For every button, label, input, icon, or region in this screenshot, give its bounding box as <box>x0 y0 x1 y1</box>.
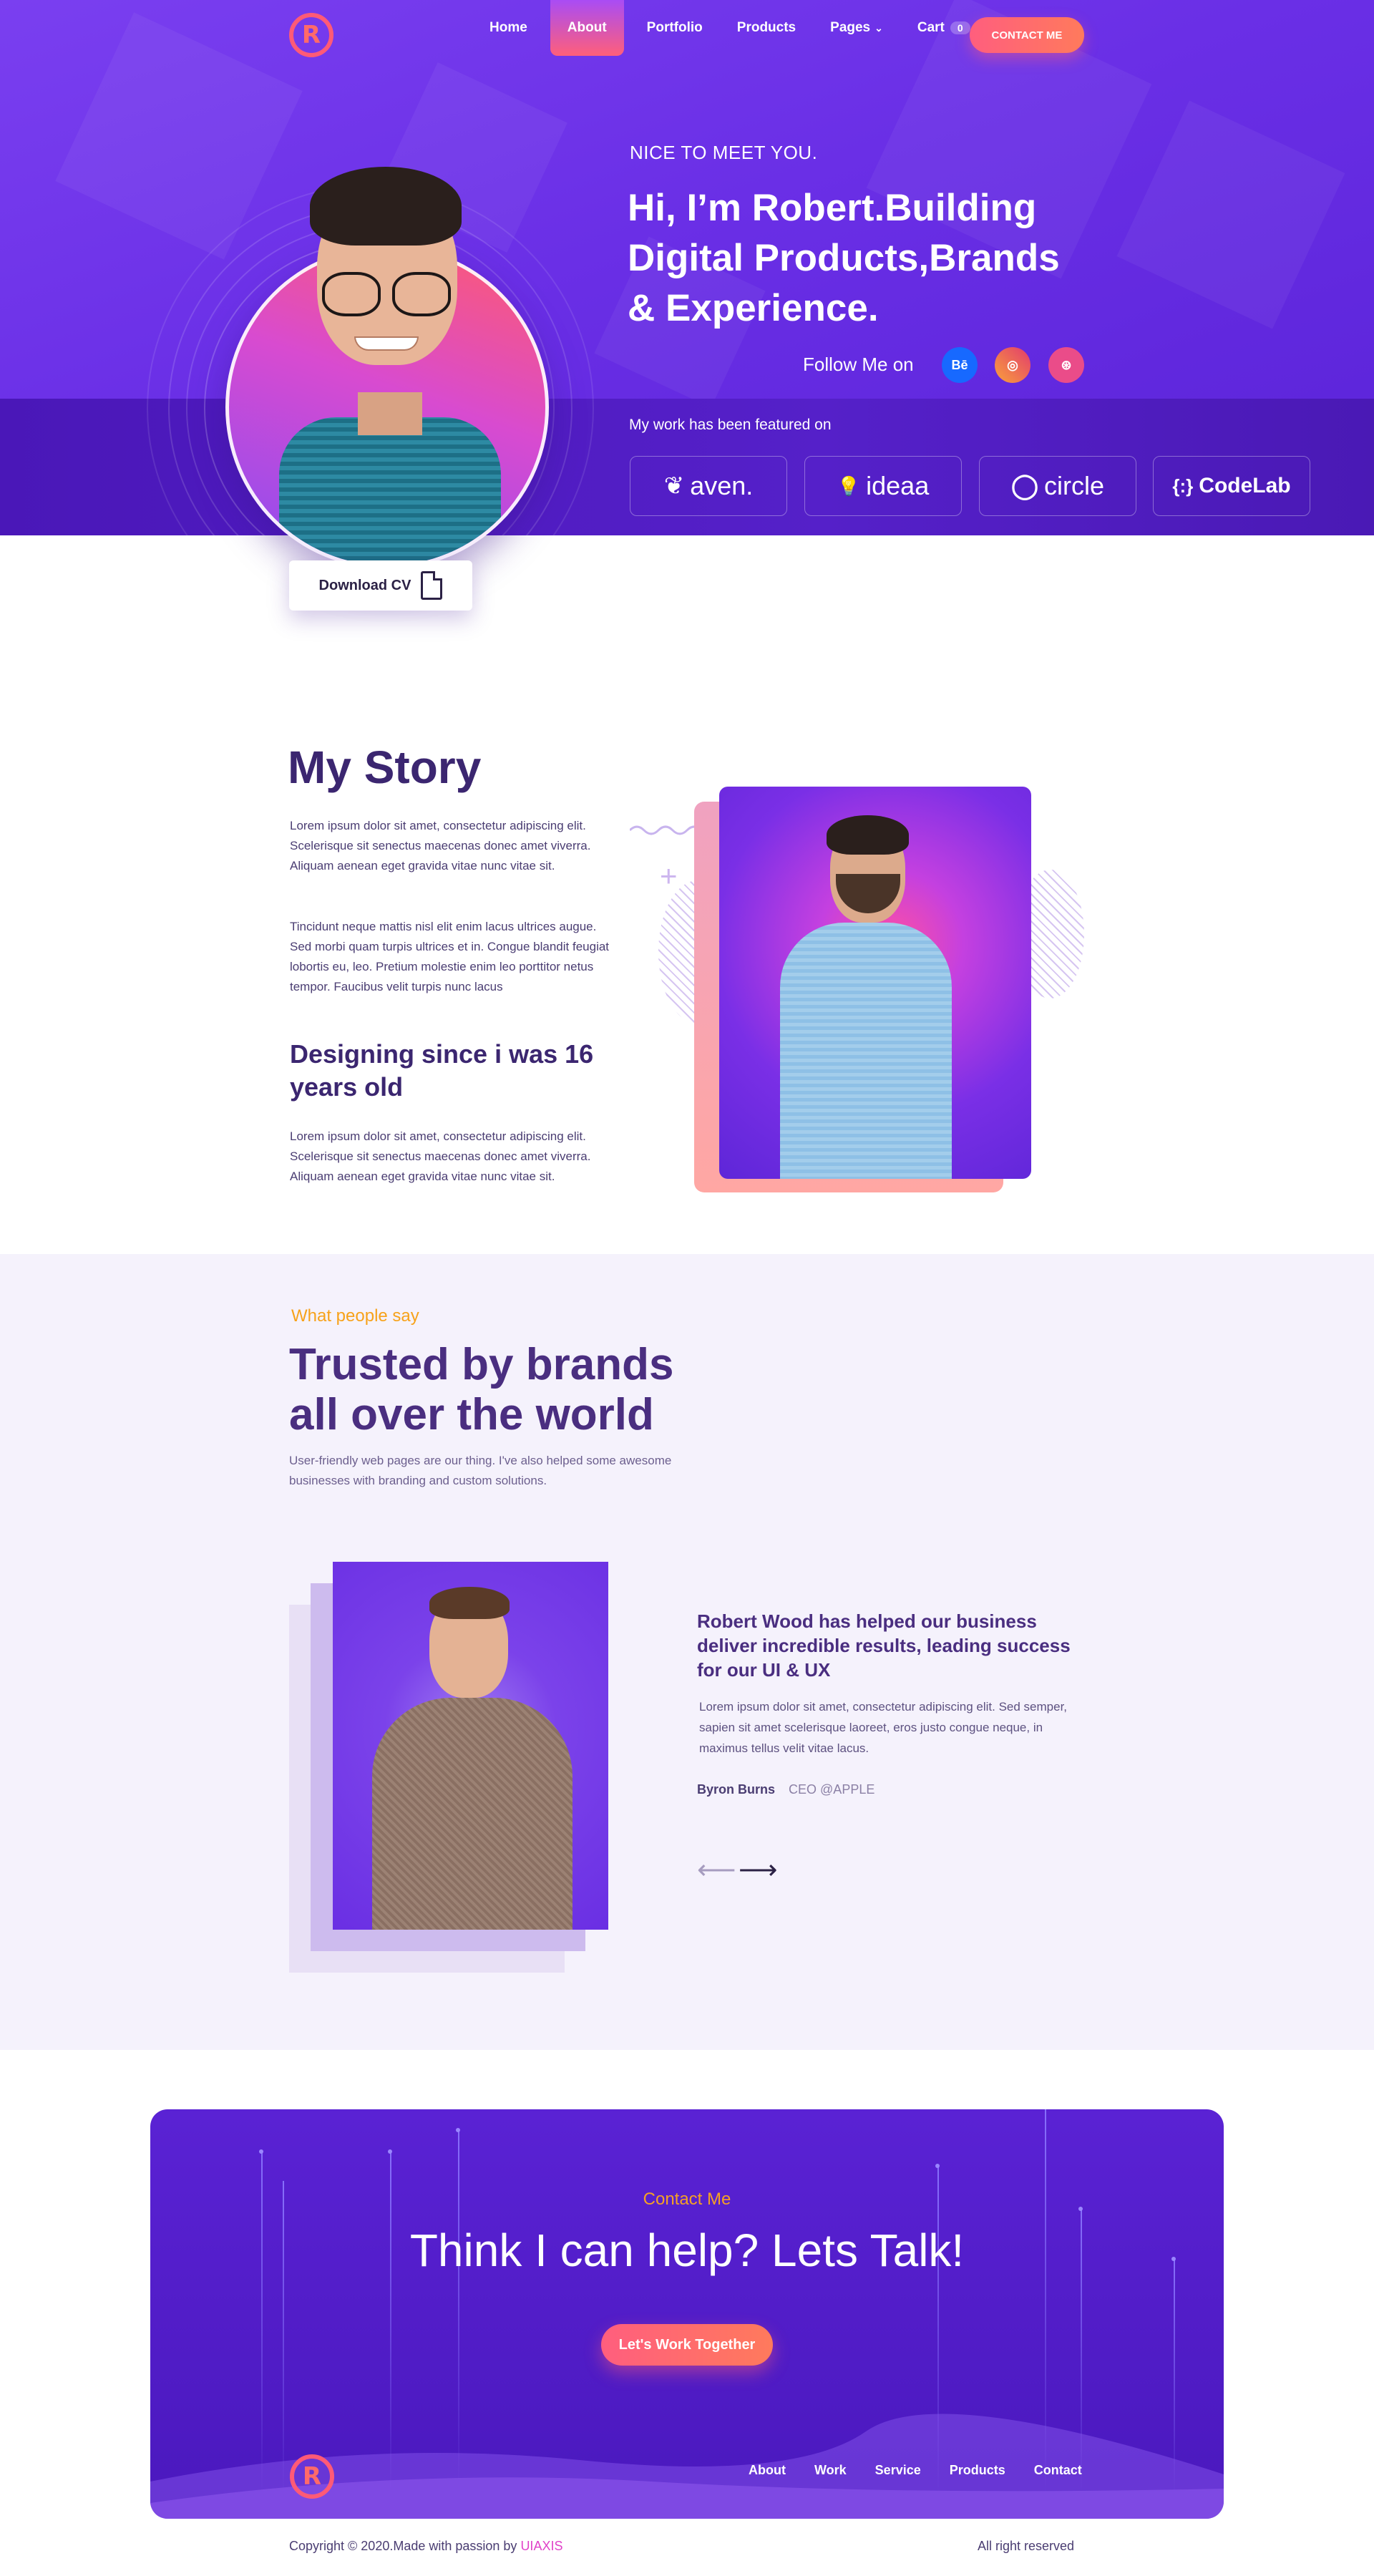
photo-hair <box>429 1587 510 1619</box>
story-title: My Story <box>288 742 482 793</box>
arrow-left-icon[interactable]: ⟵ <box>697 1854 736 1886</box>
brand-name: ideaa <box>866 471 930 500</box>
circle-logo-icon: ◯ <box>1010 472 1039 500</box>
plus-icon: + <box>660 859 678 893</box>
footer-nav-products[interactable]: Products <box>935 2463 1020 2478</box>
glasses-icon <box>322 272 381 316</box>
brand-codelab[interactable]: {:} CodeLab <box>1153 456 1310 516</box>
uiaxis-link[interactable]: UIAXIS <box>520 2539 562 2553</box>
contact-me-button[interactable]: CONTACT ME <box>970 17 1084 53</box>
main-nav: Home About Portfolio Products Pages ⌄ Car… <box>472 0 988 56</box>
download-cv-button[interactable]: Download CV <box>289 560 472 611</box>
story-paragraph: Tincidunt neque mattis nisl elit enim la… <box>290 920 610 993</box>
brand-circle[interactable]: ◯ circle <box>979 456 1136 516</box>
photo-jacket <box>372 1698 572 1930</box>
follow-label: Follow Me on <box>803 354 914 375</box>
footer-nav-work[interactable]: Work <box>800 2463 861 2478</box>
story-paragraph: Lorem ipsum dolor sit amet, consectetur … <box>290 819 591 873</box>
footer-nav-contact[interactable]: Contact <box>1020 2463 1096 2478</box>
contact-label: Contact Me <box>643 2189 731 2209</box>
ideaa-logo-icon: 💡 <box>837 475 861 497</box>
author-name: Byron Burns <box>697 1782 776 1797</box>
pdf-icon <box>421 571 443 600</box>
light-dot <box>456 2128 460 2132</box>
rights-text: All right reserved <box>978 2539 1075 2553</box>
quote-author: Byron Burns CEO @APPLE <box>697 1782 874 1797</box>
brand-aven[interactable]: ❦ aven. <box>630 456 787 516</box>
nav-portfolio[interactable]: Portfolio <box>630 0 720 56</box>
aven-logo-icon: ❦ <box>663 472 685 500</box>
quote-title: Robert Wood has helped our business deli… <box>697 1610 1071 1681</box>
story-photo <box>719 787 1031 1179</box>
story-paragraph: Lorem ipsum dolor sit amet, consectetur … <box>290 1129 591 1183</box>
footer-nav-about[interactable]: About <box>734 2463 800 2478</box>
contact-title: Think I can help? Lets Talk! <box>409 2225 965 2276</box>
chevron-down-icon: ⌄ <box>874 21 883 34</box>
nav-pages[interactable]: Pages ⌄ <box>813 0 900 56</box>
arrow-right-icon[interactable]: ⟶ <box>739 1854 777 1886</box>
logo[interactable]: R <box>289 13 333 57</box>
contact-section: Contact Me Think I can help? Lets Talk! … <box>150 2109 1224 2519</box>
work-together-button[interactable]: Let's Work Together <box>601 2324 773 2366</box>
footer-logo[interactable]: R <box>290 2454 334 2499</box>
avatar-neck <box>358 392 422 435</box>
dribbble-icon[interactable]: ⊛ <box>1048 347 1084 383</box>
copyright-text: Copyright © 2020.Made with passion by <box>289 2539 521 2553</box>
footer-nav-service[interactable]: Service <box>861 2463 935 2478</box>
nav-products[interactable]: Products <box>720 0 813 56</box>
cart-count-badge: 0 <box>950 21 970 34</box>
bg-shape <box>1116 100 1345 329</box>
glasses-icon <box>392 272 451 316</box>
testimonials-title: Trusted by brands all over the world <box>289 1340 674 1439</box>
hero-subtitle: NICE TO MEET YOU. <box>630 142 818 163</box>
light-dot <box>388 2149 392 2154</box>
nav-home[interactable]: Home <box>472 0 545 56</box>
codelab-logo-icon: {:} <box>1172 475 1194 497</box>
brand-name: CodeLab <box>1199 474 1291 497</box>
testimonials-subtitle: User-friendly web pages are our thing. I… <box>289 1454 672 1487</box>
download-cv-label: Download CV <box>318 577 411 593</box>
nav-about[interactable]: About <box>550 0 624 56</box>
photo-hair <box>827 815 909 855</box>
footer-nav: About Work Service Products Contact <box>734 2463 1096 2478</box>
instagram-icon[interactable]: ◎ <box>995 347 1030 383</box>
hero-smile <box>354 336 419 351</box>
brand-name: aven. <box>690 471 754 500</box>
hero-title: Hi, I’m Robert.Building Digital Products… <box>628 187 1060 329</box>
brand-ideaa[interactable]: 💡 ideaa <box>804 456 962 516</box>
story-subtitle: Designing since i was 16 years old <box>290 1039 594 1102</box>
copyright: Copyright © 2020.Made with passion by UI… <box>289 2539 562 2554</box>
featured-label: My work has been featured on <box>629 417 832 433</box>
light-dot <box>935 2164 940 2168</box>
brand-name: circle <box>1044 471 1105 500</box>
light-dot <box>259 2149 263 2154</box>
photo-shirt <box>780 923 952 1179</box>
author-role: CEO @APPLE <box>789 1782 875 1797</box>
hero-hair <box>310 167 462 246</box>
behance-icon[interactable]: Bē <box>942 347 978 383</box>
quote-text: Lorem ipsum dolor sit amet, consectetur … <box>699 1700 1068 1755</box>
testimonials-label: What people say <box>291 1306 419 1326</box>
testimonial-photo <box>333 1562 608 1930</box>
avatar-shirt <box>279 417 501 565</box>
